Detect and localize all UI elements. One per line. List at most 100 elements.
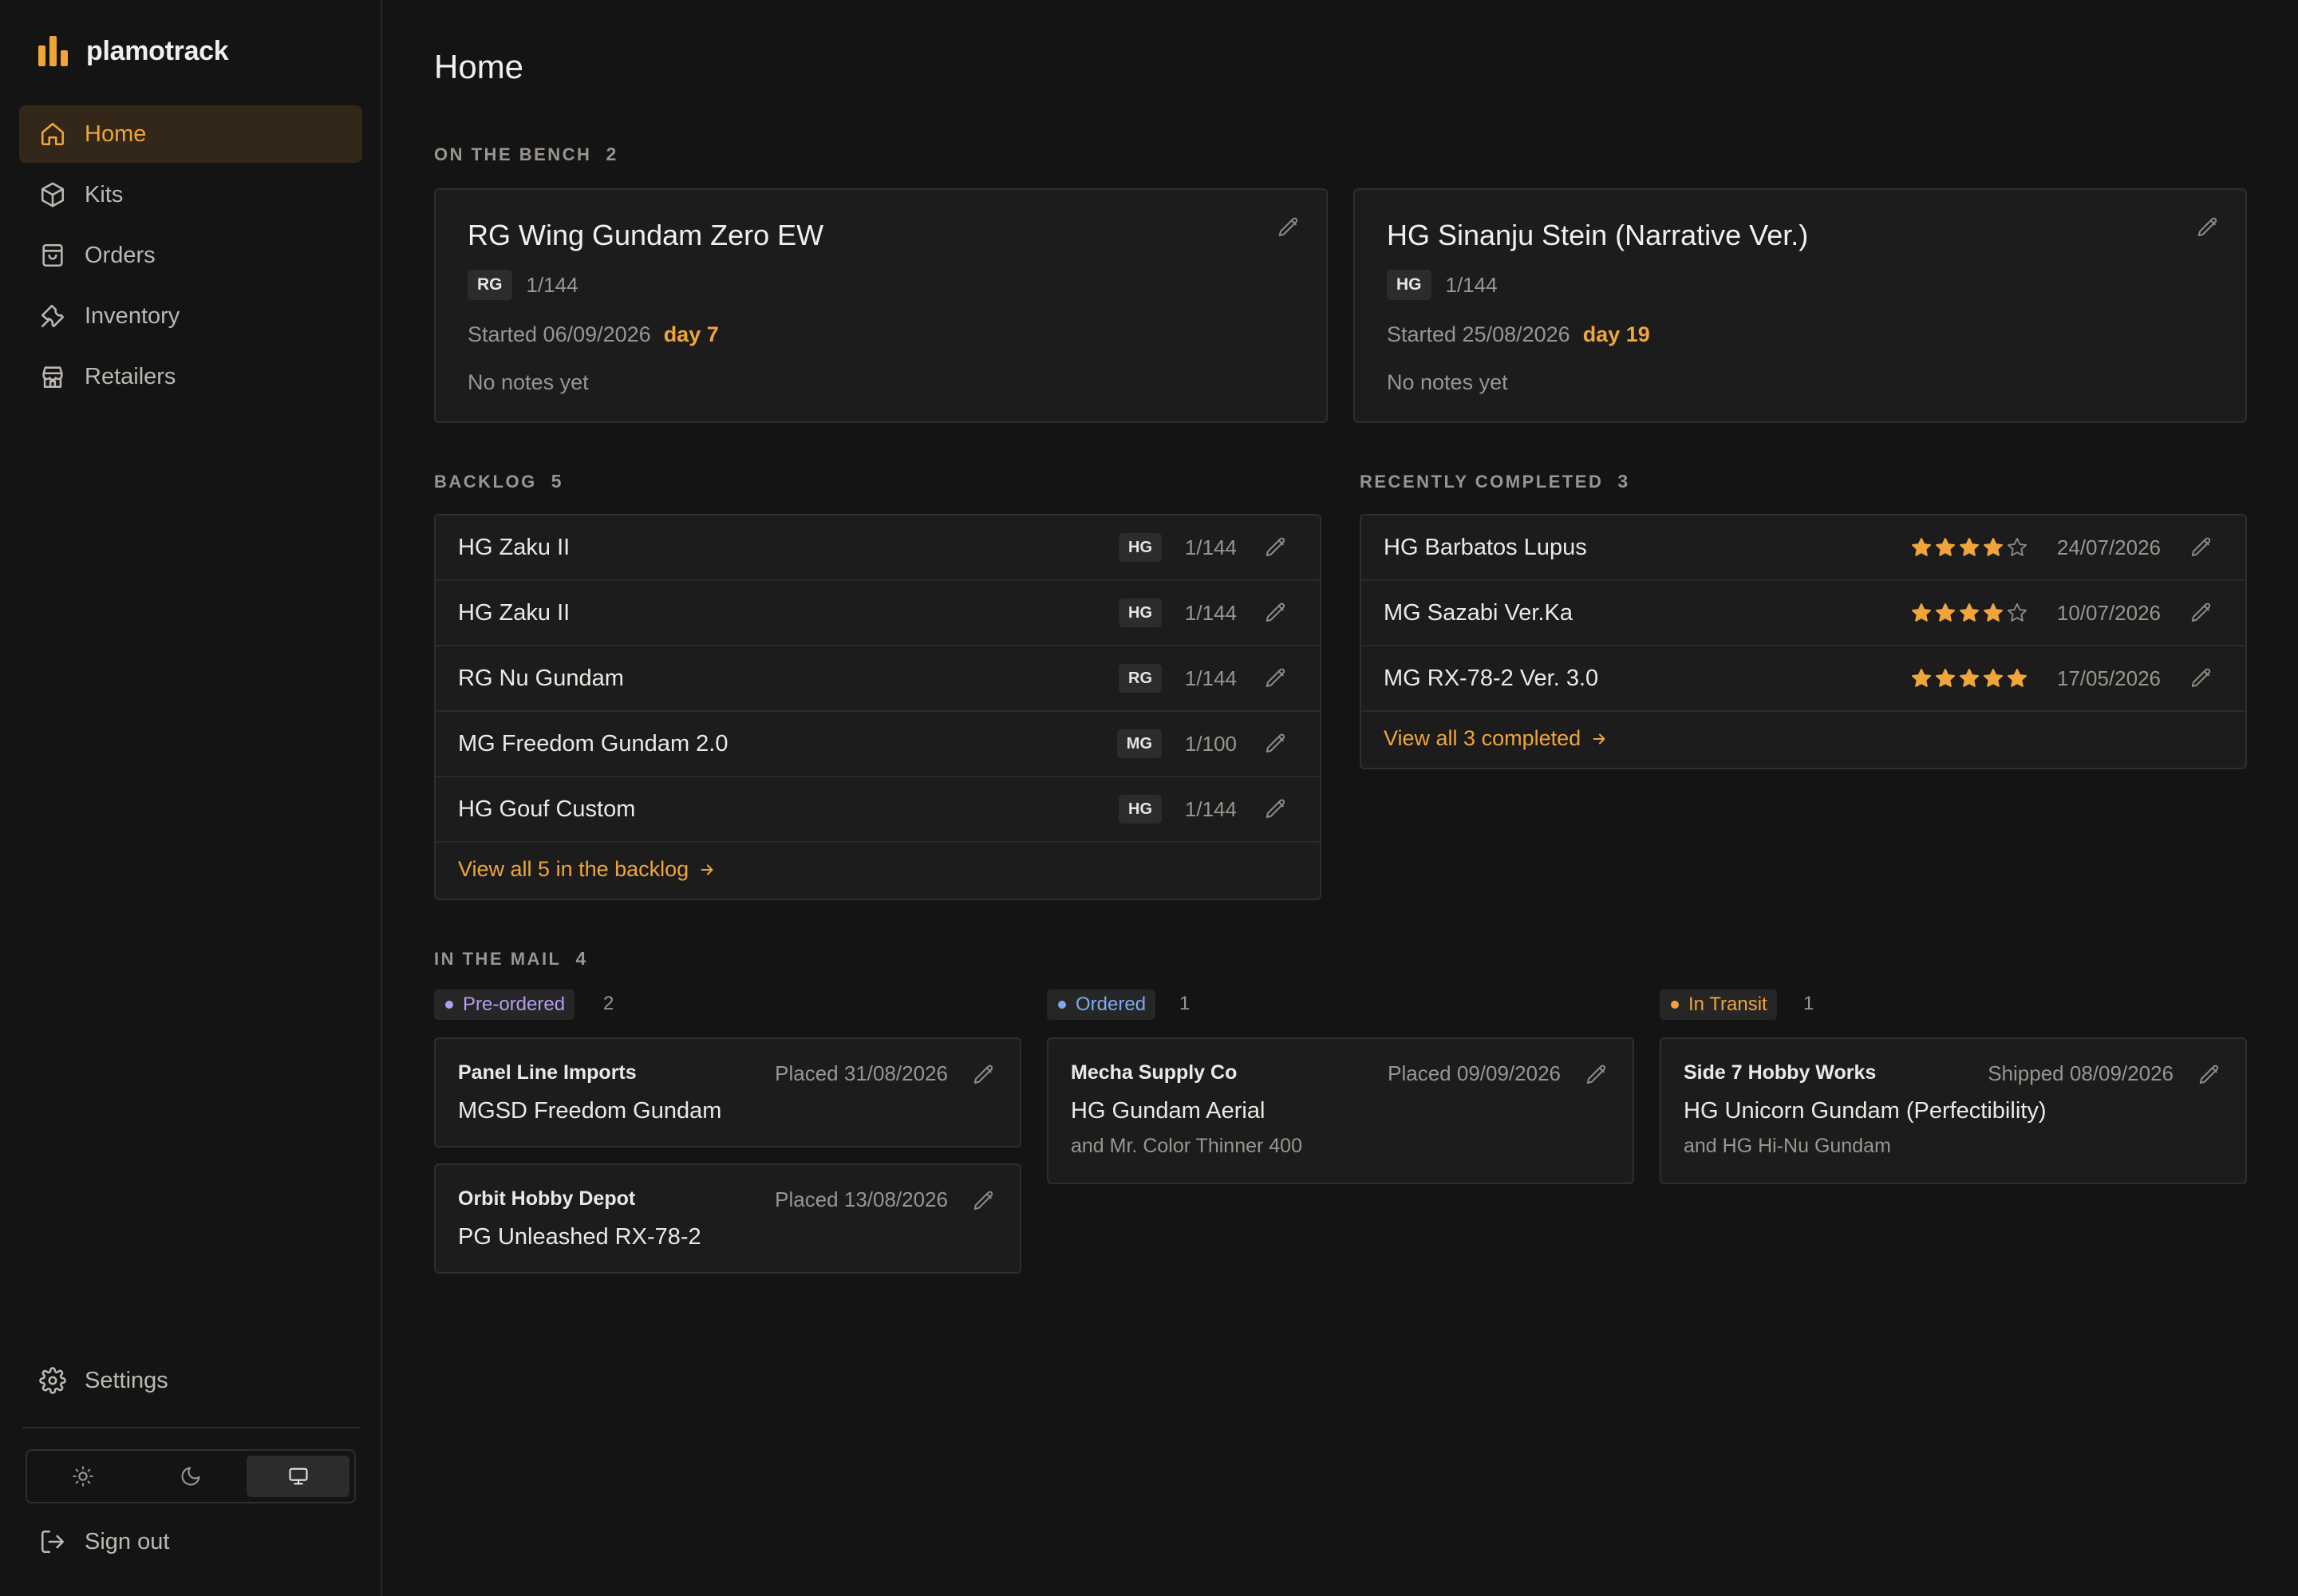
star-filled-icon	[1959, 537, 1980, 556]
day-count: day 19	[1582, 322, 1650, 346]
edit-button[interactable]	[2194, 214, 2221, 241]
sidebar-item-label: Settings	[85, 1367, 168, 1393]
kit-notes: No notes yet	[1387, 370, 1508, 394]
arrow-right-icon	[1581, 730, 1608, 748]
grade-badge: HG	[1119, 598, 1162, 627]
status-pill-in-transit: In Transit	[1660, 990, 1777, 1020]
star-filled-icon	[1983, 668, 2004, 687]
pencil-icon	[1277, 215, 1301, 239]
sidebar-item-inventory[interactable]: Inventory	[19, 287, 362, 345]
edit-button[interactable]	[1262, 599, 1289, 626]
order-item: HG Unicorn Gundam (Perfectibility)	[1684, 1098, 2047, 1124]
sidebar-divider	[22, 1427, 361, 1428]
edit-button[interactable]	[2188, 534, 2215, 561]
edit-button[interactable]	[2196, 1061, 2223, 1088]
edit-button[interactable]	[970, 1187, 997, 1215]
section-title: On the bench	[434, 144, 592, 164]
theme-light-button[interactable]	[32, 1456, 135, 1497]
sidebar-item-sign-out[interactable]: Sign out	[19, 1513, 362, 1570]
bench-card[interactable]: HG Sinanju Stein (Narrative Ver.) HG 1/1…	[1353, 188, 2247, 423]
completed-list: HG Barbatos Lupus 24/07/2026 MG Sazabi V…	[1360, 514, 2247, 769]
status-count: 1	[1803, 993, 1814, 1014]
status-pill-ordered: Ordered	[1047, 990, 1156, 1020]
edit-button[interactable]	[970, 1061, 997, 1088]
home-icon	[38, 120, 67, 148]
star-filled-icon	[1935, 668, 1956, 687]
kit-scale: 1/144	[526, 272, 578, 297]
backlog-row[interactable]: RG Nu Gundam RG 1/144	[436, 646, 1320, 712]
edit-button[interactable]	[2188, 599, 2215, 626]
order-item: HG Gundam Aerial	[1071, 1098, 1265, 1124]
edit-button[interactable]	[1262, 730, 1289, 757]
backlog-list: HG Zaku II HG 1/144 HG Zaku II HG 1/144 …	[434, 514, 1321, 900]
kit-name: HG Barbatos Lupus	[1384, 534, 1587, 560]
sidebar-item-kits[interactable]: Kits	[19, 166, 362, 223]
rating-stars	[1910, 536, 2028, 559]
pencil-icon	[2189, 666, 2213, 690]
monitor-icon	[287, 1465, 310, 1487]
kit-scale: 1/144	[1184, 666, 1237, 690]
order-card[interactable]: Panel Line Imports Placed 31/08/2026 MGS…	[434, 1037, 1021, 1148]
link-label: View all 5 in the backlog	[458, 857, 689, 881]
edit-button[interactable]	[1262, 665, 1289, 692]
view-all-backlog-link[interactable]: View all 5 in the backlog	[458, 857, 716, 882]
star-filled-icon	[1959, 602, 1980, 622]
page-title: Home	[434, 48, 524, 85]
bag-icon	[38, 241, 67, 270]
order-card[interactable]: Mecha Supply Co Placed 09/09/2026 HG Gun…	[1047, 1037, 1634, 1184]
started-info: Started 25/08/2026 day 19	[1387, 322, 1650, 347]
edit-button[interactable]	[1583, 1061, 1610, 1088]
kit-name: HG Gouf Custom	[458, 796, 636, 822]
edit-button[interactable]	[2188, 665, 2215, 692]
status-dot	[1671, 1001, 1679, 1009]
status-dot	[445, 1001, 453, 1009]
started-date: Started 06/09/2026	[468, 322, 651, 346]
star-filled-icon	[1911, 602, 1932, 622]
backlog-row[interactable]: HG Gouf Custom HG 1/144	[436, 777, 1320, 843]
order-item: PG Unleashed RX-78-2	[458, 1224, 701, 1250]
order-date: Shipped 08/09/2026	[1988, 1061, 2174, 1085]
sidebar-item-home[interactable]: Home	[19, 105, 362, 163]
completed-section-label: Recently completed 3	[1360, 471, 1628, 492]
grade-badge: HG	[1387, 270, 1431, 300]
backlog-row[interactable]: HG Zaku II HG 1/144	[436, 581, 1320, 646]
sidebar-item-settings[interactable]: Settings	[19, 1352, 362, 1409]
completed-date: 24/07/2026	[2056, 535, 2161, 559]
section-title: Recently completed	[1360, 471, 1604, 492]
theme-dark-button[interactable]	[140, 1456, 243, 1497]
status-label: Pre-ordered	[463, 994, 566, 1015]
edit-button[interactable]	[1275, 214, 1302, 241]
sidebar-item-label: Home	[85, 120, 147, 147]
kit-notes: No notes yet	[468, 370, 589, 394]
completed-row[interactable]: HG Barbatos Lupus 24/07/2026	[1361, 516, 2245, 581]
backlog-row[interactable]: MG Freedom Gundam 2.0 MG 1/100	[436, 712, 1320, 777]
brand[interactable]: plamotrack	[38, 34, 229, 69]
pencil-icon	[1264, 797, 1288, 821]
sidebar-item-label: Inventory	[85, 302, 180, 329]
backlog-row[interactable]: HG Zaku II HG 1/144	[436, 516, 1320, 581]
sidebar-item-retailers[interactable]: Retailers	[19, 348, 362, 405]
sidebar-item-orders[interactable]: Orders	[19, 227, 362, 284]
pencil-icon	[1264, 732, 1288, 756]
completed-row[interactable]: MG Sazabi Ver.Ka 10/07/2026	[1361, 581, 2245, 646]
star-filled-icon	[1911, 537, 1932, 556]
star-filled-icon	[1935, 602, 1956, 622]
star-filled-icon	[2007, 668, 2028, 687]
brand-logo-icon	[38, 36, 69, 66]
order-extra-items: and HG Hi-Nu Gundam	[1684, 1135, 1891, 1157]
order-card[interactable]: Orbit Hobby Depot Placed 13/08/2026 PG U…	[434, 1163, 1021, 1274]
completed-row[interactable]: MG RX-78-2 Ver. 3.0 17/05/2026	[1361, 646, 2245, 712]
backlog-section-label: Backlog 5	[434, 471, 562, 492]
order-card[interactable]: Side 7 Hobby Works Shipped 08/09/2026 HG…	[1660, 1037, 2247, 1184]
kit-name: HG Zaku II	[458, 534, 571, 560]
bench-card[interactable]: RG Wing Gundam Zero EW RG 1/144 Started …	[434, 188, 1328, 423]
edit-button[interactable]	[1262, 796, 1289, 823]
kit-title: RG Wing Gundam Zero EW	[468, 219, 824, 251]
theme-system-button[interactable]	[247, 1456, 350, 1497]
edit-button[interactable]	[1262, 534, 1289, 561]
box-icon	[38, 180, 67, 209]
star-filled-icon	[1983, 602, 2004, 622]
view-all-completed-link[interactable]: View all 3 completed	[1384, 726, 1608, 751]
grade-badge: HG	[1119, 795, 1162, 824]
pencil-icon	[1264, 601, 1288, 625]
